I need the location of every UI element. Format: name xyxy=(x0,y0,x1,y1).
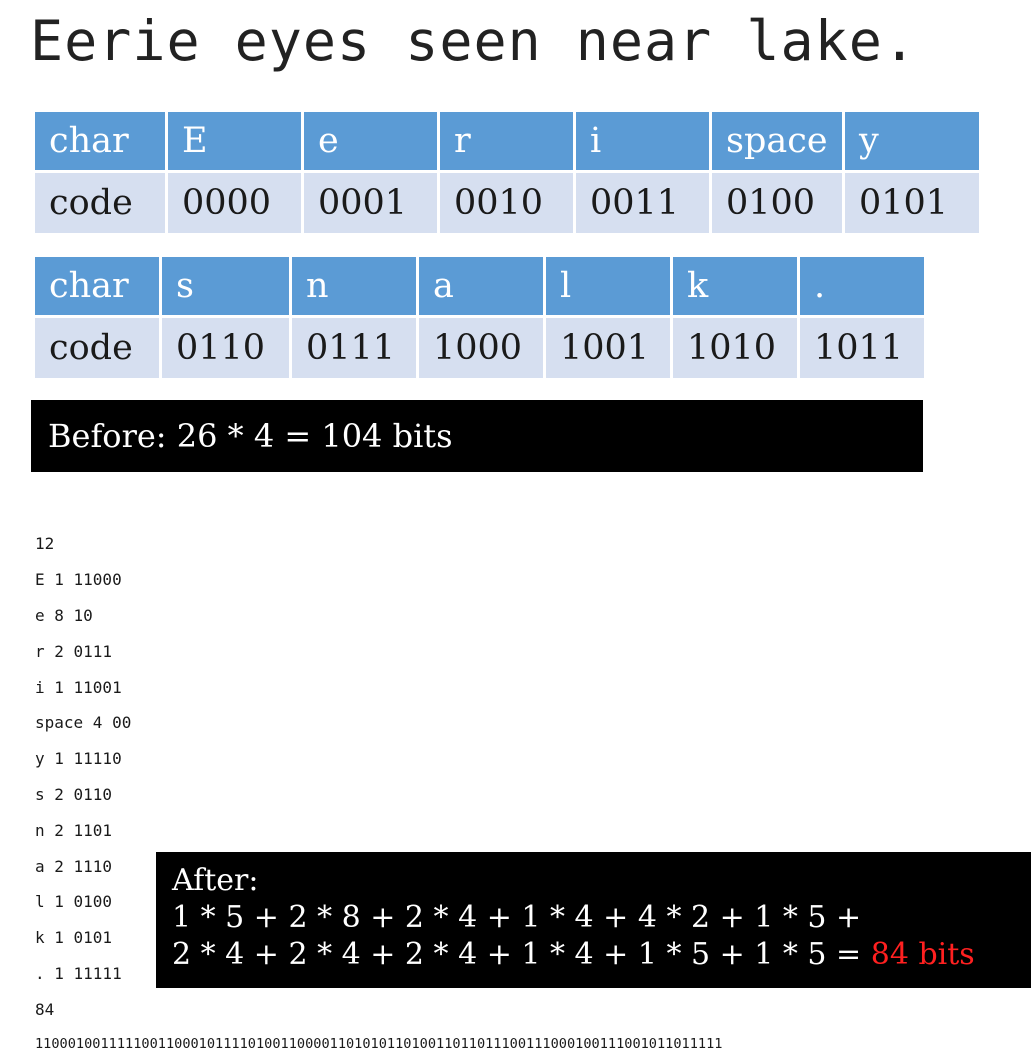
table-cell: 0011 xyxy=(576,173,709,233)
table-cell: a xyxy=(419,257,543,315)
list-item: E 1 11000 xyxy=(35,570,122,589)
after-formula-text: 2 * 4 + 2 * 4 + 2 * 4 + 1 * 4 + 1 * 5 + … xyxy=(172,937,871,972)
table-cell: 1000 xyxy=(419,318,543,378)
table-cell: r xyxy=(440,112,573,170)
table-cell: 0111 xyxy=(292,318,416,378)
list-item: n 2 1101 xyxy=(35,821,113,840)
list-item: k 1 0101 xyxy=(35,928,113,947)
table-cell: i xyxy=(576,112,709,170)
table-cell: 0110 xyxy=(162,318,289,378)
after-result: 84 bits xyxy=(870,937,975,972)
table-cell: space xyxy=(712,112,842,170)
code-table-1: char E e r i space y code 0000 0001 0010… xyxy=(32,109,982,236)
list-item: i 1 11001 xyxy=(35,678,122,697)
table-cell: 0000 xyxy=(168,173,301,233)
table-cell: 1001 xyxy=(546,318,670,378)
after-formula-line-2: 2 * 4 + 2 * 4 + 2 * 4 + 1 * 4 + 1 * 5 + … xyxy=(172,936,1031,973)
table-cell: code xyxy=(35,173,165,233)
table-cell: 0100 xyxy=(712,173,842,233)
table-cell: 0001 xyxy=(304,173,437,233)
table-cell: l xyxy=(546,257,670,315)
table-cell: k xyxy=(673,257,797,315)
after-formula-line-1: 1 * 5 + 2 * 8 + 2 * 4 + 1 * 4 + 4 * 2 + … xyxy=(172,900,862,935)
table-cell: s xyxy=(162,257,289,315)
table-cell: 0101 xyxy=(845,173,979,233)
page-title: Eerie eyes seen near lake. xyxy=(30,9,917,73)
table-row: code 0000 0001 0010 0011 0100 0101 xyxy=(35,173,979,233)
list-item: e 8 10 xyxy=(35,606,93,625)
table-header-row: char E e r i space y xyxy=(35,112,979,170)
symbol-count: 12 xyxy=(35,534,55,553)
table-cell: 1011 xyxy=(800,318,924,378)
table-cell: char xyxy=(35,112,165,170)
after-summary-box: After: 1 * 5 + 2 * 8 + 2 * 4 + 1 * 4 + 4… xyxy=(156,852,1031,988)
table-cell: 0010 xyxy=(440,173,573,233)
list-item: l 1 0100 xyxy=(35,892,113,911)
code-table-2: char s n a l k . code 0110 0111 1000 100… xyxy=(32,254,927,381)
list-item: y 1 11110 xyxy=(35,749,122,768)
list-item: space 4 00 xyxy=(35,713,132,732)
table-cell: char xyxy=(35,257,159,315)
list-item: a 2 1110 xyxy=(35,857,113,876)
encoded-bitstring: 1100010011111001100010111101001100001101… xyxy=(35,1036,723,1052)
table-cell: y xyxy=(845,112,979,170)
total-bits: 84 xyxy=(35,1000,55,1019)
table-cell: e xyxy=(304,112,437,170)
table-cell: 1010 xyxy=(673,318,797,378)
before-summary-box: Before: 26 * 4 = 104 bits xyxy=(31,400,923,472)
table-header-row: char s n a l k . xyxy=(35,257,924,315)
table-cell: code xyxy=(35,318,159,378)
after-label: After: xyxy=(172,863,259,898)
list-item: r 2 0111 xyxy=(35,642,113,661)
table-cell: E xyxy=(168,112,301,170)
table-row: code 0110 0111 1000 1001 1010 1011 xyxy=(35,318,924,378)
list-item: s 2 0110 xyxy=(35,785,113,804)
table-cell: n xyxy=(292,257,416,315)
list-item: . 1 11111 xyxy=(35,964,122,983)
table-cell: . xyxy=(800,257,924,315)
